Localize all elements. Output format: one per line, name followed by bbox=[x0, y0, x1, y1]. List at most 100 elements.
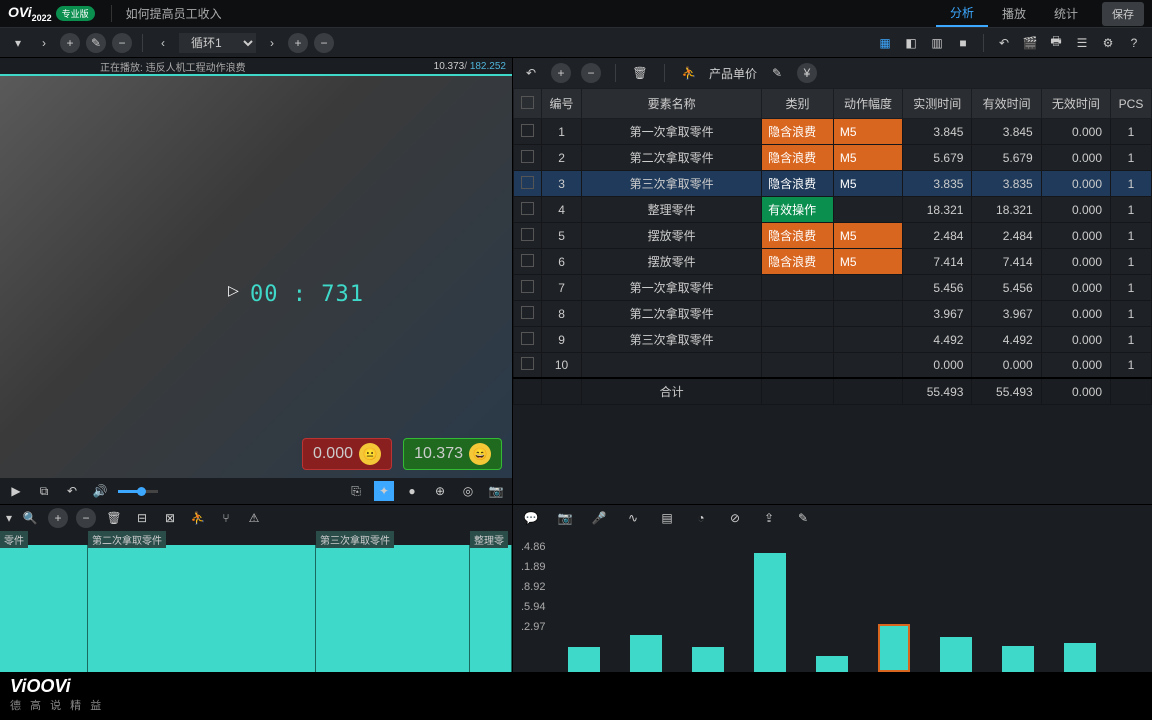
currency-icon[interactable]: ¥ bbox=[797, 63, 817, 83]
menu-icon[interactable]: ☰ bbox=[1072, 33, 1092, 53]
cycle-select[interactable]: 循环1 bbox=[179, 33, 256, 53]
snapshot-icon[interactable]: 📷 bbox=[555, 508, 575, 528]
row-checkbox[interactable] bbox=[521, 176, 534, 189]
table-row[interactable]: 1第一次拿取零件 隐含浪费 M5 3.8453.8450.0001 bbox=[514, 119, 1152, 145]
delete-icon[interactable]: 🗑 bbox=[630, 63, 650, 83]
select-all-checkbox[interactable] bbox=[521, 96, 534, 109]
edit-icon[interactable]: ✎ bbox=[86, 33, 106, 53]
forward-icon[interactable]: › bbox=[34, 33, 54, 53]
tl-collapse-icon[interactable]: ⊟ bbox=[132, 508, 152, 528]
row-add-icon[interactable]: + bbox=[551, 63, 571, 83]
back-icon[interactable]: ↶ bbox=[62, 481, 82, 501]
chart-bar[interactable] bbox=[816, 656, 848, 672]
donut-icon[interactable]: ⊘ bbox=[725, 508, 745, 528]
save-button[interactable]: 保存 bbox=[1102, 2, 1144, 26]
timeline-segment[interactable] bbox=[88, 545, 316, 684]
chart-bar[interactable] bbox=[692, 647, 724, 672]
piechart-icon[interactable]: ◔ bbox=[691, 508, 711, 528]
row-checkbox[interactable] bbox=[521, 150, 534, 163]
play-icon[interactable]: ▶ bbox=[6, 481, 26, 501]
next-cycle-icon[interactable]: › bbox=[262, 33, 282, 53]
tl-dropdown-icon[interactable]: ▾ bbox=[6, 511, 12, 525]
tl-add-icon[interactable]: + bbox=[48, 508, 68, 528]
row-checkbox[interactable] bbox=[521, 332, 534, 345]
time-readout: 10.373/ 182.252 bbox=[434, 61, 506, 72]
layout-col-icon[interactable]: ▥ bbox=[927, 33, 947, 53]
row-checkbox[interactable] bbox=[521, 202, 534, 215]
timeline-segment[interactable] bbox=[316, 545, 470, 684]
zoom-icon[interactable]: ⊕ bbox=[430, 481, 450, 501]
export-icon[interactable]: ⇪ bbox=[759, 508, 779, 528]
video-viewport[interactable]: ▷ 00 : 731 0.000😐 10.373😄 bbox=[0, 74, 512, 478]
tl-person-icon[interactable]: ⛹ bbox=[188, 508, 208, 528]
tl-branch-icon[interactable]: ⑂ bbox=[216, 508, 236, 528]
row-checkbox[interactable] bbox=[521, 306, 534, 319]
row-remove-icon[interactable]: − bbox=[581, 63, 601, 83]
chart-bar[interactable] bbox=[754, 553, 786, 672]
row-checkbox[interactable] bbox=[521, 228, 534, 241]
table-row[interactable]: 7第一次拿取零件 5.4565.4560.0001 bbox=[514, 275, 1152, 301]
edition-badge: 专业版 bbox=[56, 6, 95, 21]
pencil-icon[interactable]: ✎ bbox=[793, 508, 813, 528]
table-row[interactable]: 5摆放零件 隐含浪费 M5 2.4842.4840.0001 bbox=[514, 223, 1152, 249]
chart-bar[interactable] bbox=[568, 647, 600, 672]
movie-icon[interactable]: 🎬 bbox=[1020, 33, 1040, 53]
chart-bar[interactable] bbox=[1002, 646, 1034, 672]
settings-icon[interactable]: ⚙ bbox=[1098, 33, 1118, 53]
camera-icon[interactable]: 📷 bbox=[486, 481, 506, 501]
row-checkbox[interactable] bbox=[521, 124, 534, 137]
dropdown-icon[interactable]: ▾ bbox=[8, 33, 28, 53]
timeline-segment[interactable] bbox=[470, 545, 512, 684]
table-row[interactable]: 10 0.0000.0000.0001 bbox=[514, 353, 1152, 379]
chart-bar[interactable] bbox=[1064, 643, 1096, 672]
table-undo-icon[interactable]: ↶ bbox=[521, 63, 541, 83]
volume-icon[interactable]: 🔊 bbox=[90, 481, 110, 501]
table-row[interactable]: 8第二次拿取零件 3.9673.9670.0001 bbox=[514, 301, 1152, 327]
target-icon[interactable]: ◎ bbox=[458, 481, 478, 501]
table-row[interactable]: 2第二次拿取零件 隐含浪费 M5 5.6795.6790.0001 bbox=[514, 145, 1152, 171]
table-row[interactable]: 3第三次拿取零件 隐含浪费 M5 3.8353.8350.0001 bbox=[514, 171, 1152, 197]
tab-playback[interactable]: 播放 bbox=[988, 1, 1040, 26]
mic-icon[interactable]: ● bbox=[402, 481, 422, 501]
remove-icon[interactable]: − bbox=[112, 33, 132, 53]
person-icon[interactable]: ⛹ bbox=[679, 63, 699, 83]
sliders-icon[interactable]: ∿ bbox=[623, 508, 643, 528]
price-edit-icon[interactable]: ✎ bbox=[767, 63, 787, 83]
layout-grid-icon[interactable]: ▦ bbox=[875, 33, 895, 53]
undo-icon[interactable]: ↶ bbox=[994, 33, 1014, 53]
layout-split-icon[interactable]: ◧ bbox=[901, 33, 921, 53]
tl-trash-icon[interactable]: 🗑 bbox=[104, 508, 124, 528]
prev-cycle-icon[interactable]: ‹ bbox=[153, 33, 173, 53]
cycle-remove-icon[interactable]: − bbox=[314, 33, 334, 53]
marker-b-icon[interactable]: ✦ bbox=[374, 481, 394, 501]
comment-icon[interactable]: 💬 bbox=[521, 508, 541, 528]
tl-close-icon[interactable]: ⊠ bbox=[160, 508, 180, 528]
timeline-segment[interactable] bbox=[0, 545, 88, 684]
tl-flip-icon[interactable]: ⚠ bbox=[244, 508, 264, 528]
table-row[interactable]: 6摆放零件 隐含浪费 M5 7.4147.4140.0001 bbox=[514, 249, 1152, 275]
frame-icon[interactable]: ⧉ bbox=[34, 481, 54, 501]
tab-stats[interactable]: 统计 bbox=[1040, 1, 1092, 26]
layout-single-icon[interactable]: ■ bbox=[953, 33, 973, 53]
row-checkbox[interactable] bbox=[521, 254, 534, 267]
table-row[interactable]: 9第三次拿取零件 4.4924.4920.0001 bbox=[514, 327, 1152, 353]
add-icon[interactable]: + bbox=[60, 33, 80, 53]
volume-slider[interactable] bbox=[118, 490, 158, 493]
barchart-icon[interactable]: ▤ bbox=[657, 508, 677, 528]
row-checkbox[interactable] bbox=[521, 357, 534, 370]
marker-a-icon[interactable]: ⎘ bbox=[346, 481, 366, 501]
cycle-add-icon[interactable]: + bbox=[288, 33, 308, 53]
row-checkbox[interactable] bbox=[521, 280, 534, 293]
ineffective-time-pill: 0.000😐 bbox=[302, 438, 392, 470]
chart-bar[interactable] bbox=[878, 624, 910, 672]
tl-search-icon[interactable]: 🔍 bbox=[20, 508, 40, 528]
tab-analysis[interactable]: 分析 bbox=[936, 0, 988, 27]
chart-bar[interactable] bbox=[940, 637, 972, 672]
help-icon[interactable]: ? bbox=[1124, 33, 1144, 53]
tl-remove-icon[interactable]: − bbox=[76, 508, 96, 528]
chart-bar[interactable] bbox=[630, 635, 662, 672]
segment-label: 整理零 bbox=[470, 531, 508, 548]
audio-icon[interactable]: 🎤 bbox=[589, 508, 609, 528]
table-row[interactable]: 4整理零件 有效操作 18.32118.3210.0001 bbox=[514, 197, 1152, 223]
print-icon[interactable]: 🖶 bbox=[1046, 33, 1066, 53]
